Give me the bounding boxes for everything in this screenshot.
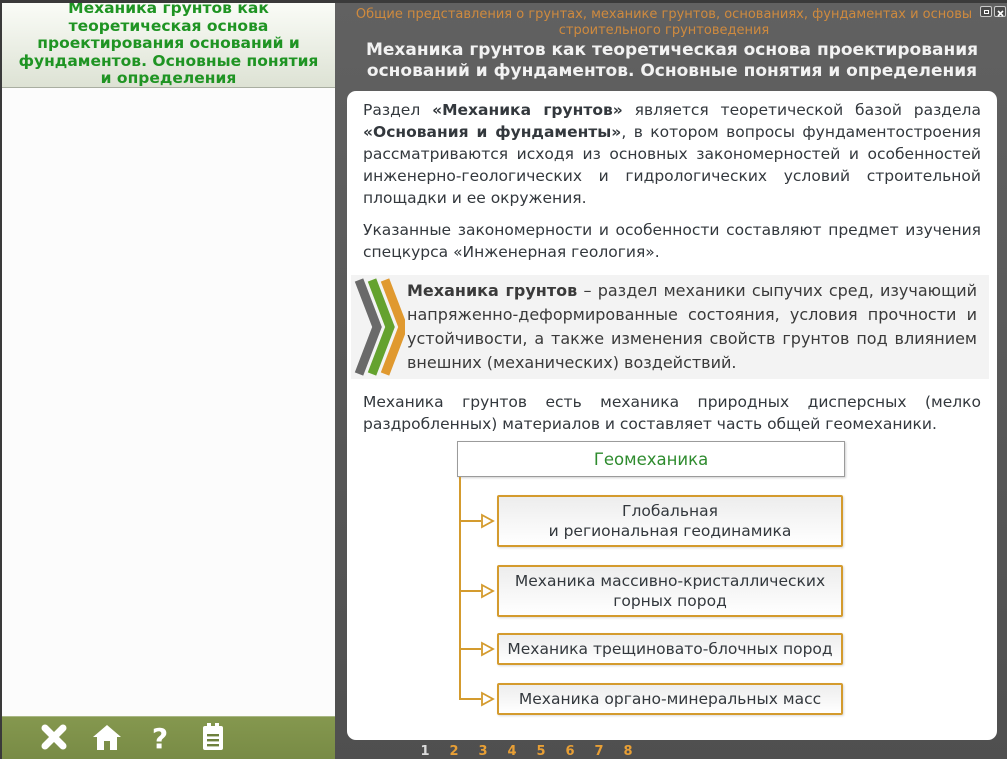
page-number-6[interactable]: 6 <box>560 744 580 759</box>
diagram-child-box: Глобальная и региональная геодинамика <box>497 495 843 547</box>
diagram-child-box: Механика органо-минеральных масс <box>497 683 843 715</box>
page-number-2[interactable]: 2 <box>444 744 464 759</box>
page-number-3[interactable]: 3 <box>473 744 493 759</box>
diagram-child-box: Механика массивно-кристаллических горных… <box>497 565 843 617</box>
arrow-right-icon <box>479 513 495 533</box>
window-controls <box>980 6 1006 17</box>
definition-text: Механика грунтов – раздел механики сыпуч… <box>407 279 977 375</box>
slide-title: Механика грунтов как теоретическая основ… <box>345 40 999 82</box>
notes-button[interactable] <box>197 722 229 756</box>
definition-term: Механика грунтов <box>407 281 577 300</box>
help-button[interactable]: ? <box>144 722 176 756</box>
sidebar-content-area <box>2 89 335 716</box>
close-icon <box>40 723 68 755</box>
arrow-right-icon <box>479 583 495 603</box>
module-breadcrumb: Общие представления о грунтах, механике … <box>345 7 983 38</box>
chevron-decoration-icon <box>353 278 405 380</box>
diagram-child-box: Механика трещиновато-блочных пород <box>497 633 843 665</box>
diagram-connector-vertical <box>459 477 461 700</box>
close-window-icon <box>997 2 1004 21</box>
exit-button[interactable] <box>38 722 70 756</box>
diagram-connector-branch <box>460 590 481 592</box>
page-number-7[interactable]: 7 <box>589 744 609 759</box>
bottom-toolbar: ? <box>2 716 335 759</box>
lesson-sidebar: Механика грунтов как теоретическая основ… <box>2 3 335 759</box>
diagram-connector-branch <box>460 520 481 522</box>
close-window-button[interactable] <box>994 6 1006 17</box>
diagram-connector-branch <box>460 698 481 700</box>
p1-term-soil-mechanics: «Механика грунтов» <box>432 101 623 119</box>
definition-callout: Механика грунтов – раздел механики сыпуч… <box>351 275 989 379</box>
home-icon <box>92 724 122 755</box>
p1-text-mid: является теоретической базой раздела <box>623 101 981 119</box>
geomechanics-diagram: Геомеханика Глобальная и региональная ге… <box>347 441 997 731</box>
home-button[interactable] <box>91 722 123 756</box>
page-number-8[interactable]: 8 <box>618 744 638 759</box>
p1-text: Раздел <box>363 101 432 119</box>
diagram-connector-branch <box>460 648 481 650</box>
slide-content-panel: Раздел «Механика грунтов» является теоре… <box>347 91 997 740</box>
notes-icon <box>201 722 225 756</box>
arrow-right-icon <box>479 641 495 661</box>
arrow-right-icon <box>479 691 495 711</box>
paragraph-geomechanics: Механика грунтов есть механика природных… <box>363 391 981 435</box>
paragraph-intro: Раздел «Механика грунтов» является теоре… <box>363 99 981 209</box>
help-icon: ? <box>152 725 168 753</box>
paragraph-geology-course: Указанные закономерности и особенности с… <box>363 219 981 263</box>
restore-icon <box>984 10 989 14</box>
page-number-4[interactable]: 4 <box>502 744 522 759</box>
page-number-1[interactable]: 1 <box>415 744 435 759</box>
lesson-title-block: Механика грунтов как теоретическая основ… <box>2 3 335 88</box>
diagram-root-box: Геомеханика <box>457 441 845 477</box>
restore-window-button[interactable] <box>980 6 992 17</box>
p1-term-foundations: «Основания и фундаменты» <box>363 123 621 141</box>
pagination: 1 2 3 4 5 6 7 8 <box>347 741 997 759</box>
lesson-title: Механика грунтов как теоретическая основ… <box>12 0 325 88</box>
page-number-5[interactable]: 5 <box>531 744 551 759</box>
course-player-window: Механика грунтов как теоретическая основ… <box>0 0 1007 759</box>
slide-frame: Общие представления о грунтах, механике … <box>335 3 1007 759</box>
